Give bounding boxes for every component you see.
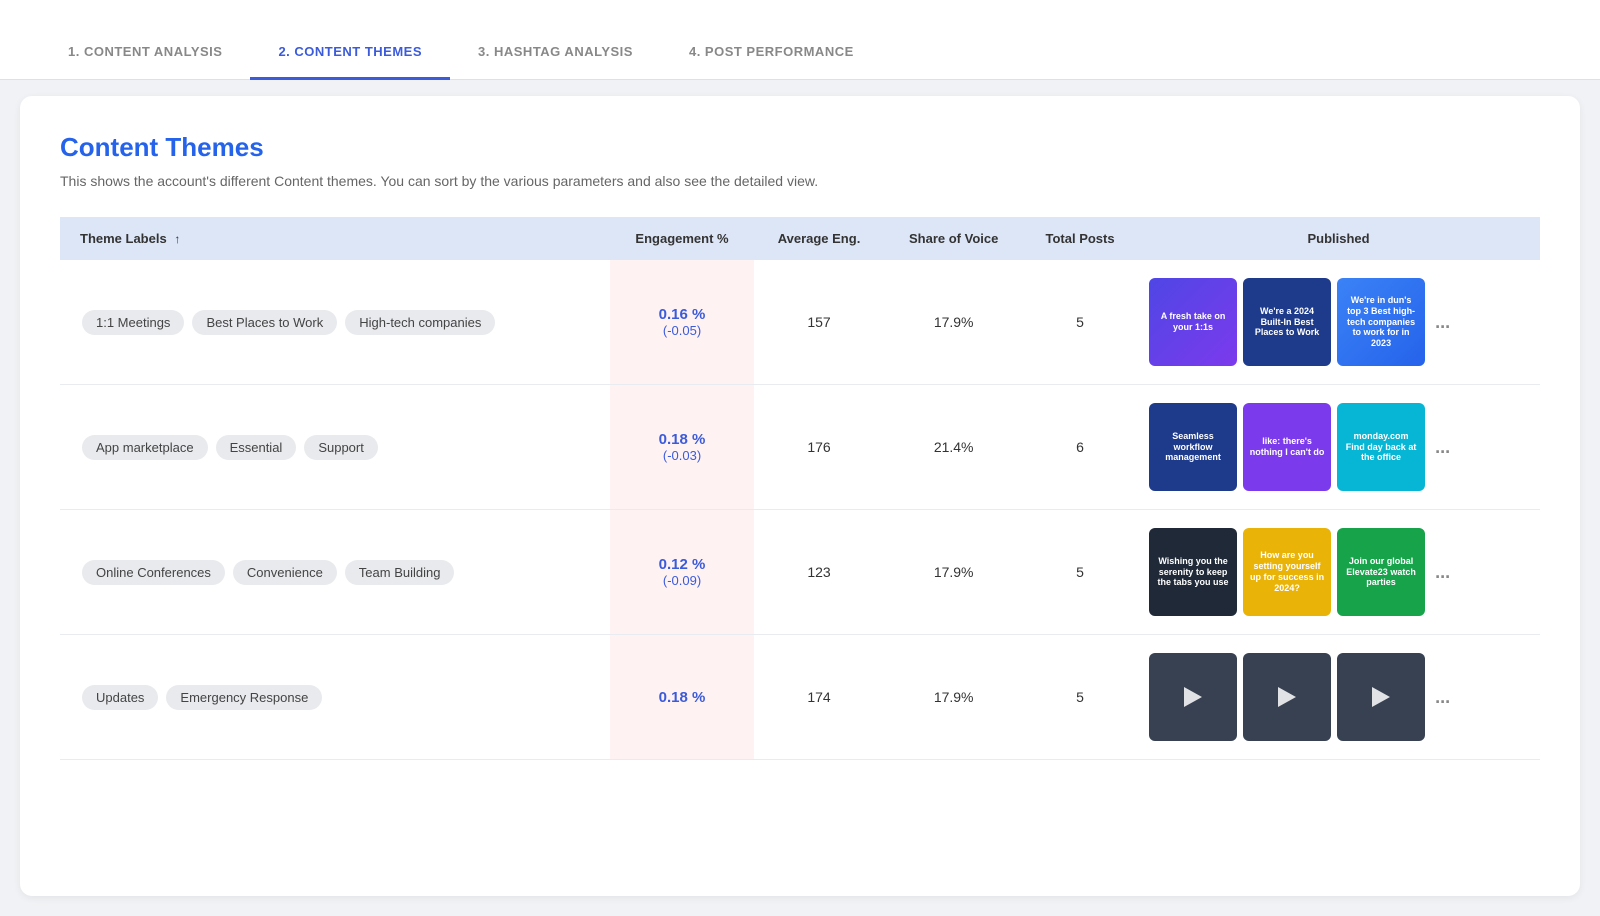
main-card: Content Themes This shows the account's … <box>20 96 1580 896</box>
theme-tag[interactable]: Convenience <box>233 560 337 585</box>
theme-tag[interactable]: Online Conferences <box>82 560 225 585</box>
theme-tag[interactable]: Emergency Response <box>166 685 322 710</box>
overflow-indicator: ... <box>1431 562 1454 583</box>
play-button-icon <box>1337 653 1425 741</box>
thumbnail-1-1[interactable]: like: there's nothing I can't do <box>1243 403 1331 491</box>
published-cell: ... <box>1137 635 1540 760</box>
thumbnail-3-0[interactable] <box>1149 653 1237 741</box>
engagement-delta: (-0.03) <box>622 448 741 463</box>
table-row: Online Conferences Convenience Team Buildi… <box>60 510 1540 635</box>
avg-engagement-cell: 123 <box>754 510 885 635</box>
engagement-percent: 0.12 % <box>622 556 741 573</box>
thumbnail-3-1[interactable] <box>1243 653 1331 741</box>
share-of-voice-cell: 21.4% <box>884 385 1023 510</box>
overflow-indicator: ... <box>1431 312 1454 333</box>
table-row: App marketplace Essential Support 0.18 %(-0… <box>60 385 1540 510</box>
theme-tag[interactable]: Essential <box>216 435 297 460</box>
engagement-cell: 0.18 % <box>610 635 753 760</box>
col-theme-labels[interactable]: Theme Labels ↑ <box>60 217 610 260</box>
thumbnail-0-0[interactable]: A fresh take on your 1:1s <box>1149 278 1237 366</box>
total-posts-cell: 5 <box>1023 510 1137 635</box>
thumbnail-2-0[interactable]: Wishing you the serenity to keep the tab… <box>1149 528 1237 616</box>
engagement-percent: 0.16 % <box>622 306 741 323</box>
table-row: Updates Emergency Response 0.18 % 17417.9%5… <box>60 635 1540 760</box>
table-header-row: Theme Labels ↑ Engagement % Average Eng.… <box>60 217 1540 260</box>
thumbnail-text: How are you setting yourself up for succ… <box>1243 528 1331 616</box>
theme-labels-cell: App marketplace Essential Support <box>60 385 610 510</box>
tab-post-performance[interactable]: 4. POST PERFORMANCE <box>661 26 882 80</box>
theme-labels-cell: Online Conferences Convenience Team Buildi… <box>60 510 610 635</box>
play-button-icon <box>1243 653 1331 741</box>
theme-tag[interactable]: 1:1 Meetings <box>82 310 184 335</box>
thumbnail-text: like: there's nothing I can't do <box>1243 403 1331 491</box>
engagement-cell: 0.12 %(-0.09) <box>610 510 753 635</box>
published-cell: Seamless workflow managementlike: there'… <box>1137 385 1540 510</box>
col-avg-eng[interactable]: Average Eng. <box>754 217 885 260</box>
tabs-bar: 1. CONTENT ANALYSIS 2. CONTENT THEMES 3.… <box>0 0 1600 80</box>
thumbnail-2-2[interactable]: Join our global Elevate23 watch parties <box>1337 528 1425 616</box>
share-of-voice-cell: 17.9% <box>884 260 1023 385</box>
theme-tag[interactable]: Best Places to Work <box>192 310 337 335</box>
table-row: 1:1 Meetings Best Places to Work High-tech… <box>60 260 1540 385</box>
thumbnail-text: Seamless workflow management <box>1149 403 1237 491</box>
thumbnail-3-2[interactable] <box>1337 653 1425 741</box>
play-button-icon <box>1149 653 1237 741</box>
avg-engagement-cell: 174 <box>754 635 885 760</box>
theme-tag[interactable]: Team Building <box>345 560 455 585</box>
thumbnail-1-2[interactable]: monday.com Find day back at the office <box>1337 403 1425 491</box>
thumbnail-0-1[interactable]: We're a 2024 Built-In Best Places to Wor… <box>1243 278 1331 366</box>
total-posts-cell: 5 <box>1023 260 1137 385</box>
col-share-voice[interactable]: Share of Voice <box>884 217 1023 260</box>
section-description: This shows the account's different Conte… <box>60 173 1540 189</box>
engagement-cell: 0.16 %(-0.05) <box>610 260 753 385</box>
published-cell: A fresh take on your 1:1sWe're a 2024 Bu… <box>1137 260 1540 385</box>
theme-tag[interactable]: Updates <box>82 685 158 710</box>
engagement-percent: 0.18 % <box>622 689 741 706</box>
avg-engagement-cell: 176 <box>754 385 885 510</box>
col-published[interactable]: Published <box>1137 217 1540 260</box>
thumbnail-text: Wishing you the serenity to keep the tab… <box>1149 528 1237 616</box>
thumbnail-text: monday.com Find day back at the office <box>1337 403 1425 491</box>
theme-tag[interactable]: High-tech companies <box>345 310 495 335</box>
tab-content-themes[interactable]: 2. CONTENT THEMES <box>250 26 450 80</box>
tab-hashtag-analysis[interactable]: 3. HASHTAG ANALYSIS <box>450 26 661 80</box>
total-posts-cell: 5 <box>1023 635 1137 760</box>
thumbnail-2-1[interactable]: How are you setting yourself up for succ… <box>1243 528 1331 616</box>
engagement-delta: (-0.05) <box>622 323 741 338</box>
total-posts-cell: 6 <box>1023 385 1137 510</box>
share-of-voice-cell: 17.9% <box>884 510 1023 635</box>
thumbnail-text: We're a 2024 Built-In Best Places to Wor… <box>1243 278 1331 366</box>
engagement-delta: (-0.09) <box>622 573 741 588</box>
engagement-cell: 0.18 %(-0.03) <box>610 385 753 510</box>
published-cell: Wishing you the serenity to keep the tab… <box>1137 510 1540 635</box>
theme-tag[interactable]: Support <box>304 435 378 460</box>
tab-content-analysis[interactable]: 1. CONTENT ANALYSIS <box>40 26 250 80</box>
avg-engagement-cell: 157 <box>754 260 885 385</box>
content-themes-table: Theme Labels ↑ Engagement % Average Eng.… <box>60 217 1540 760</box>
thumbnail-text: A fresh take on your 1:1s <box>1149 278 1237 366</box>
overflow-indicator: ... <box>1431 437 1454 458</box>
thumbnail-text: Join our global Elevate23 watch parties <box>1337 528 1425 616</box>
col-total-posts[interactable]: Total Posts <box>1023 217 1137 260</box>
col-engagement[interactable]: Engagement % <box>610 217 753 260</box>
sort-arrow-icon: ↑ <box>174 232 180 246</box>
engagement-percent: 0.18 % <box>622 431 741 448</box>
share-of-voice-cell: 17.9% <box>884 635 1023 760</box>
theme-labels-cell: Updates Emergency Response <box>60 635 610 760</box>
section-title: Content Themes <box>60 132 1540 163</box>
thumbnail-1-0[interactable]: Seamless workflow management <box>1149 403 1237 491</box>
thumbnail-text: We're in dun's top 3 Best high-tech comp… <box>1337 278 1425 366</box>
theme-labels-cell: 1:1 Meetings Best Places to Work High-tech… <box>60 260 610 385</box>
overflow-indicator: ... <box>1431 687 1454 708</box>
theme-tag[interactable]: App marketplace <box>82 435 208 460</box>
thumbnail-0-2[interactable]: We're in dun's top 3 Best high-tech comp… <box>1337 278 1425 366</box>
